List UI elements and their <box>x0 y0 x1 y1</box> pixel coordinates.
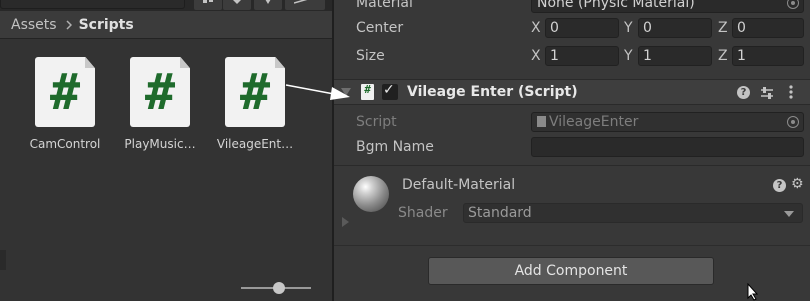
material-name: Default-Material <box>402 177 516 193</box>
material-label: Material <box>356 0 413 11</box>
chevron-down-icon <box>784 211 794 217</box>
hash-glyph: # <box>364 83 371 96</box>
material-section: Default-Material ? ⚙ Shader Standard <box>334 165 810 235</box>
checkmark-icon: ✓ <box>383 82 395 98</box>
csharp-script-icon: # <box>35 57 95 127</box>
size-y-field[interactable]: 1 <box>638 46 712 66</box>
filter-type-icon <box>203 0 213 3</box>
size-label: Size <box>356 48 385 64</box>
asset-label: CamControl <box>29 137 101 151</box>
kebab-menu-icon[interactable] <box>789 85 793 99</box>
material-row: Material None (Physic Material) <box>334 0 810 14</box>
breadcrumb: Assets Scripts <box>0 11 332 39</box>
preset-sliders-icon[interactable] <box>760 86 774 100</box>
asset-item-vileageenter[interactable]: # VileageEnt… <box>206 57 304 151</box>
shader-dropdown[interactable]: Standard <box>463 203 803 223</box>
label-icon <box>233 0 241 4</box>
object-picker-icon <box>787 116 799 128</box>
x-axis-label: X <box>531 20 541 36</box>
asset-label: VileageEnt… <box>216 137 294 151</box>
script-label: Script <box>356 114 397 130</box>
size-x-field[interactable]: 1 <box>545 46 619 66</box>
foldout-arrow-icon[interactable] <box>342 217 349 227</box>
bgm-name-label: Bgm Name <box>356 139 434 155</box>
component-title: Vileage Enter (Script) <box>407 84 578 100</box>
component-header-vileage-enter[interactable]: # ✓ Vileage Enter (Script) ? <box>334 79 810 105</box>
script-reference-field: VileageEnter <box>531 112 804 132</box>
scroll-edge <box>0 250 6 270</box>
center-row: Center X 0 Y 0 Z 0 <box>334 17 810 39</box>
script-row: Script VileageEnter <box>334 111 810 133</box>
search-field[interactable] <box>0 0 185 9</box>
size-row: Size X 1 Y 1 Z 1 <box>334 45 810 67</box>
project-toolbar <box>0 0 332 11</box>
favorites-button[interactable] <box>254 0 282 10</box>
breadcrumb-scripts[interactable]: Scripts <box>79 17 134 33</box>
gear-icon[interactable]: ⚙ <box>791 176 804 192</box>
csharp-script-icon: # <box>361 83 374 100</box>
script-reference-value: VileageEnter <box>549 114 639 130</box>
hash-glyph: # <box>239 63 271 121</box>
create-menu-button[interactable] <box>194 0 222 10</box>
add-component-button[interactable]: Add Component <box>428 257 714 285</box>
center-label: Center <box>356 20 404 36</box>
chevron-right-icon <box>66 19 72 30</box>
slider-thumb[interactable] <box>273 282 285 294</box>
bgm-name-row: Bgm Name <box>334 136 810 158</box>
material-preview-sphere <box>353 176 389 212</box>
hidden-packages-button[interactable] <box>285 0 325 10</box>
asset-label: PlayMusic… <box>124 137 196 151</box>
bgm-name-input[interactable] <box>531 137 804 157</box>
z-axis-label: Z <box>718 20 728 36</box>
x-axis-label: X <box>531 48 541 64</box>
center-x-field[interactable]: 0 <box>545 18 619 38</box>
y-axis-label: Y <box>624 48 633 64</box>
z-axis-label: Z <box>718 48 728 64</box>
foldout-arrow-icon[interactable] <box>341 88 351 96</box>
project-panel: Assets Scripts # CamControl # PlayMusic…… <box>0 0 332 301</box>
csharp-script-icon: # <box>130 57 190 127</box>
inspector-panel: Material None (Physic Material) Center X… <box>334 0 810 301</box>
shader-label: Shader <box>398 205 448 221</box>
star-icon <box>265 0 271 4</box>
help-icon[interactable]: ? <box>737 86 750 99</box>
center-z-field[interactable]: 0 <box>732 18 804 38</box>
breadcrumb-assets[interactable]: Assets <box>11 17 57 33</box>
shader-value: Standard <box>468 205 532 221</box>
divider <box>334 245 810 246</box>
eye-slash-icon <box>294 0 308 4</box>
hash-glyph: # <box>144 63 176 121</box>
script-file-icon <box>537 116 546 127</box>
y-axis-label: Y <box>624 20 633 36</box>
hash-glyph: # <box>49 63 81 121</box>
filter-label-button[interactable] <box>223 0 251 10</box>
mouse-cursor-icon <box>747 283 759 301</box>
physic-material-value: None (Physic Material) <box>537 0 695 11</box>
csharp-script-icon: # <box>225 57 285 127</box>
physic-material-field[interactable]: None (Physic Material) <box>531 0 804 13</box>
icon-size-slider[interactable] <box>241 279 311 297</box>
help-icon[interactable]: ? <box>773 179 786 192</box>
component-enabled-checkbox[interactable]: ✓ <box>382 82 398 100</box>
size-z-field[interactable]: 1 <box>732 46 804 66</box>
object-picker-icon[interactable] <box>787 0 799 9</box>
center-y-field[interactable]: 0 <box>638 18 712 38</box>
asset-item-camcontrol[interactable]: # CamControl <box>16 57 114 151</box>
asset-item-playmusic[interactable]: # PlayMusic… <box>111 57 209 151</box>
